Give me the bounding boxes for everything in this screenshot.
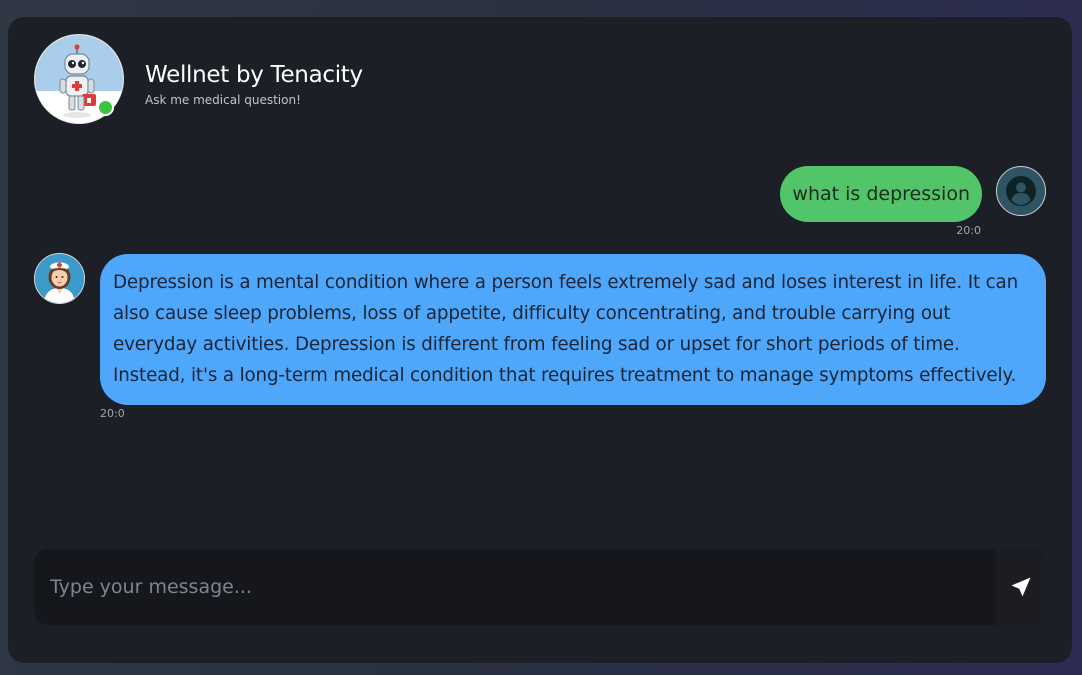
header-text: Wellnet by Tenacity Ask me medical quest… [145, 60, 363, 108]
chat-header: Wellnet by Tenacity Ask me medical quest… [34, 34, 634, 126]
user-silhouette-icon [996, 166, 1046, 216]
nurse-icon [34, 253, 85, 304]
chat-title: Wellnet by Tenacity [145, 62, 363, 88]
online-status-indicator [97, 99, 114, 116]
chat-subtitle: Ask me medical question! [145, 93, 301, 107]
send-arrow-icon [1011, 577, 1031, 597]
bot-message-time: 20:0 [100, 407, 125, 420]
message-composer [34, 549, 1046, 625]
send-button[interactable] [996, 549, 1046, 625]
user-message-bubble: what is depression [780, 166, 982, 222]
bot-profile [34, 34, 124, 124]
chat-window: Wellnet by Tenacity Ask me medical quest… [8, 17, 1072, 663]
bot-message-bubble: Depression is a mental condition where a… [100, 254, 1046, 405]
user-message-time: 20:0 [956, 224, 981, 237]
message-input[interactable] [34, 549, 996, 625]
